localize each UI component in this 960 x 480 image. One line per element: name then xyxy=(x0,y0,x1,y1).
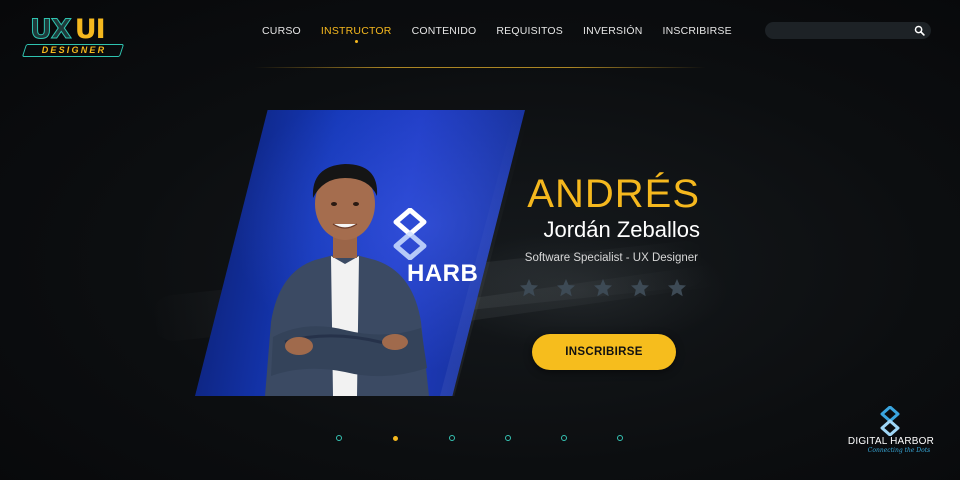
brand-name: DIGITAL HARBOR xyxy=(847,436,935,447)
star-icon xyxy=(594,279,612,297)
digital-harbor-logo[interactable]: DIGITAL HARBOR Connecting the Dots xyxy=(846,406,936,456)
logo-subtitle: DESIGNER xyxy=(41,45,107,55)
nav-item-contenido[interactable]: CONTENIDO xyxy=(412,25,477,37)
brand-tagline: Connecting the Dots xyxy=(867,447,931,454)
nav-item-instructor[interactable]: INSTRUCTOR xyxy=(321,25,392,43)
instructor-photo: HARB xyxy=(195,110,525,396)
digital-harbor-icon xyxy=(880,406,900,436)
star-icon xyxy=(668,279,686,297)
nav-item-curso[interactable]: CURSO xyxy=(262,25,301,37)
search-box[interactable] xyxy=(765,22,931,39)
logo-ui-text: UI xyxy=(74,14,106,45)
main-nav: CURSO INSTRUCTOR CONTENIDO REQUISITOS IN… xyxy=(262,25,732,43)
instructor-portrait xyxy=(265,164,429,396)
star-icon xyxy=(631,279,649,297)
pagination-dot[interactable] xyxy=(617,435,623,441)
inscribirse-button[interactable]: INSCRIBIRSE xyxy=(532,334,676,370)
pagination-dot[interactable] xyxy=(336,435,342,441)
star-icon xyxy=(557,279,575,297)
instructor-role: Software Specialist - UX Designer xyxy=(524,252,698,264)
search-input[interactable] xyxy=(773,22,908,39)
logo-wordmark: UX UI xyxy=(30,14,106,45)
pagination-dot[interactable] xyxy=(505,435,511,441)
pagination-dot[interactable] xyxy=(449,435,455,441)
pagination-dot[interactable] xyxy=(561,435,567,441)
instructor-first-name: ANDRÉS xyxy=(527,172,700,216)
slider-pagination xyxy=(336,435,626,443)
rating-stars xyxy=(519,278,687,298)
instructor-last-name: Jordán Zeballos xyxy=(543,217,700,242)
search-icon[interactable] xyxy=(914,25,925,36)
star-icon xyxy=(520,279,538,297)
nav-item-inscribirse[interactable]: INSCRIBIRSE xyxy=(663,25,732,37)
instructor-photo-panel: HARB xyxy=(195,110,530,396)
nav-divider xyxy=(254,67,706,68)
nav-item-requisitos[interactable]: REQUISITOS xyxy=(496,25,563,37)
pagination-dot-active[interactable] xyxy=(393,436,398,441)
logo-ux-text: UX xyxy=(30,14,73,45)
ux-ui-designer-logo[interactable]: UX UI DESIGNER xyxy=(21,14,126,62)
nav-item-inversion[interactable]: INVERSIÓN xyxy=(583,25,643,37)
